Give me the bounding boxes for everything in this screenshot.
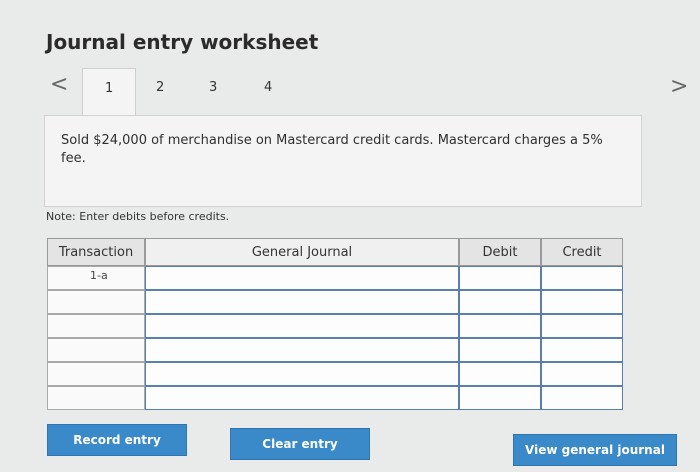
account-input[interactable] bbox=[145, 386, 459, 410]
transaction-cell bbox=[47, 362, 145, 386]
journal-entry-table: Transaction General Journal Debit Credit… bbox=[47, 238, 623, 416]
record-entry-button[interactable]: Record entry bbox=[47, 424, 187, 456]
account-input[interactable] bbox=[145, 290, 459, 314]
header-general-journal: General Journal bbox=[145, 238, 459, 266]
tab-4[interactable]: 4 bbox=[264, 80, 272, 95]
header-credit: Credit bbox=[541, 238, 623, 266]
credit-input[interactable] bbox=[541, 266, 623, 290]
account-input[interactable] bbox=[145, 314, 459, 338]
debit-input[interactable] bbox=[459, 338, 541, 362]
debit-input[interactable] bbox=[459, 290, 541, 314]
credit-input[interactable] bbox=[541, 290, 623, 314]
credit-input[interactable] bbox=[541, 338, 623, 362]
note-text: Note: Enter debits before credits. bbox=[46, 210, 230, 223]
view-general-journal-button[interactable]: View general journal bbox=[513, 434, 677, 466]
page-title: Journal entry worksheet bbox=[46, 30, 319, 54]
tab-1[interactable]: 1 bbox=[82, 68, 136, 116]
header-transaction: Transaction bbox=[47, 238, 145, 266]
question-panel: Sold $24,000 of merchandise on Mastercar… bbox=[44, 115, 642, 207]
account-input[interactable] bbox=[145, 266, 459, 290]
previous-arrow-icon[interactable]: < bbox=[50, 72, 68, 98]
transaction-cell: 1-a bbox=[47, 266, 145, 290]
debit-input[interactable] bbox=[459, 362, 541, 386]
clear-entry-button[interactable]: Clear entry bbox=[230, 428, 370, 460]
credit-input[interactable] bbox=[541, 362, 623, 386]
next-arrow-icon[interactable]: > bbox=[670, 74, 688, 100]
transaction-cell bbox=[47, 314, 145, 338]
tab-3[interactable]: 3 bbox=[209, 80, 217, 95]
tab-2[interactable]: 2 bbox=[156, 80, 164, 95]
debit-input[interactable] bbox=[459, 386, 541, 410]
credit-input[interactable] bbox=[541, 314, 623, 338]
debit-input[interactable] bbox=[459, 314, 541, 338]
account-input[interactable] bbox=[145, 338, 459, 362]
transaction-cell bbox=[47, 290, 145, 314]
header-debit: Debit bbox=[459, 238, 541, 266]
tab-1-label: 1 bbox=[105, 81, 114, 96]
transaction-cell bbox=[47, 386, 145, 410]
credit-input[interactable] bbox=[541, 386, 623, 410]
debit-input[interactable] bbox=[459, 266, 541, 290]
transaction-cell bbox=[47, 338, 145, 362]
account-input[interactable] bbox=[145, 362, 459, 386]
question-text: Sold $24,000 of merchandise on Mastercar… bbox=[61, 133, 603, 166]
